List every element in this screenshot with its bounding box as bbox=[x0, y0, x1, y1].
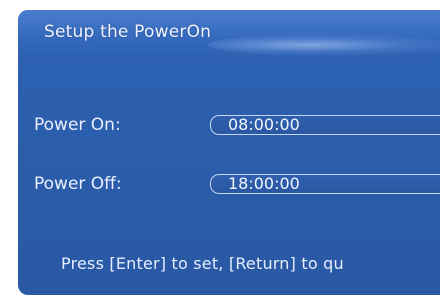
power-on-label: Power On: bbox=[34, 115, 121, 135]
poweron-setup-screen: Setup the PowerOn Power On: 08:00:00 Pow… bbox=[18, 10, 440, 295]
footer-hint: Press [Enter] to set, [Return] to qu bbox=[61, 254, 344, 273]
page-title: Setup the PowerOn bbox=[44, 22, 212, 42]
header-highlight bbox=[208, 34, 440, 56]
power-on-field[interactable]: 08:00:00 bbox=[210, 115, 440, 135]
power-on-value: 08:00:00 bbox=[228, 115, 300, 134]
power-off-label: Power Off: bbox=[34, 174, 122, 194]
power-off-field[interactable]: 18:00:00 bbox=[210, 174, 440, 194]
power-off-value: 18:00:00 bbox=[228, 174, 300, 193]
header-band: Setup the PowerOn bbox=[18, 10, 440, 62]
